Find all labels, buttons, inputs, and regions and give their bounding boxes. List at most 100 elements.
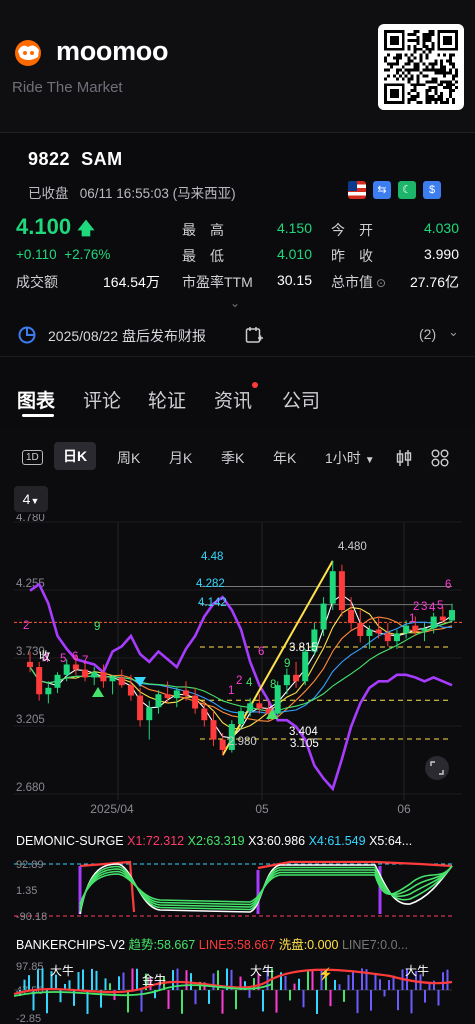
annotation-peak-price: 4.480 [338, 541, 367, 553]
indicator2-line7: LINE7:0.0... [341, 938, 408, 952]
indicator2-lightning-icon: ⚡ [318, 967, 333, 981]
indicator2-signal-label: 大牛 [50, 963, 74, 978]
stock-ticker: 9822 SAM [28, 149, 123, 170]
candle-body [155, 694, 162, 708]
night-trading-icon[interactable]: ☾ [398, 181, 416, 199]
last-price: 4.100 🡅 [16, 214, 95, 245]
brand-header: moomoo Ride The Market [0, 0, 475, 132]
detail-tabs: 图表 评论 轮证 资讯 公司 [0, 356, 475, 428]
candle-body [412, 625, 419, 631]
candle-body [27, 661, 33, 668]
fullscreen-icon[interactable] [425, 756, 449, 780]
quote-low-label: 最 低 [182, 248, 224, 264]
count-label: 7 [82, 655, 88, 667]
quote-high-value: 4.150 [276, 220, 312, 236]
quote-pe-value: 30.15 [276, 272, 312, 288]
count-label: 1 [409, 613, 415, 625]
count-label: 4 [429, 602, 436, 614]
count-label: 2 [23, 620, 29, 632]
candle-body [393, 633, 400, 642]
chevron-down-icon: ⌄ [448, 324, 459, 339]
count-label: 4 [246, 677, 253, 689]
candle-body [384, 633, 391, 642]
tab-chart[interactable]: 图表 [17, 386, 55, 413]
quote-time: 06/11 16:55:03 (马来西亚) [79, 186, 236, 201]
annotation-level: 3.815 [289, 642, 318, 654]
period-1d[interactable]: 1D [22, 450, 43, 465]
demonic-surge-panel: DEMONIC-SURGE X1:72.312 X2:63.319 X3:60.… [0, 832, 475, 927]
period-hourly[interactable]: 1小时 ▼ [325, 448, 375, 468]
candlestick-chart[interactable]: 4.7804.2553.7303.2052.6804.484.2824.1423… [0, 514, 475, 824]
demonic-surge-plot: 92.89 1.35 -90.18 [14, 859, 453, 923]
indicator1-green-line [79, 865, 453, 910]
period-monthly[interactable]: 月K [169, 448, 192, 468]
candle-body [302, 651, 309, 682]
indicator1-green-line [79, 865, 453, 912]
overlay-count-dropdown[interactable]: 4▼ [14, 486, 48, 512]
expand-chevron-icon[interactable]: ⌄ [230, 296, 240, 310]
tab-active-indicator [22, 414, 54, 417]
tab-company[interactable]: 公司 [282, 386, 320, 413]
candle-body [439, 616, 446, 621]
quote-prev-close-value: 3.990 [423, 246, 459, 262]
candle-body [403, 625, 410, 634]
tab-comments[interactable]: 评论 [83, 386, 121, 413]
market-status: 已收盘 06/11 16:55:03 (马来西亚) [28, 182, 236, 202]
x-tick-label: 06 [397, 802, 411, 816]
indicator1-x5: X5:64... [369, 834, 413, 848]
quote-pe: 市盈率TTM 30.15 [182, 272, 312, 292]
candle-body [430, 616, 437, 629]
quote-high-label: 最 高 [182, 222, 224, 238]
calendar-add-icon[interactable] [244, 325, 264, 345]
quote-low-value: 4.010 [276, 246, 312, 262]
earnings-notice[interactable]: 2025/08/22 盘后发布财报 (2) ⌄ [0, 315, 475, 355]
brand-name: moomoo [56, 36, 169, 66]
candlestick-style-icon[interactable] [394, 448, 414, 468]
stock-code: 9822 [28, 149, 71, 169]
stock-name: SAM [81, 149, 123, 169]
more-dots-icon[interactable]: ⊙ [376, 276, 386, 290]
candle-body [247, 703, 254, 712]
y-tick-label: 4.780 [16, 514, 45, 524]
moomoo-logo: moomoo [12, 36, 168, 67]
candle-body [91, 672, 98, 678]
candle-body [109, 677, 116, 682]
quote-open: 今 开 4.030 [331, 220, 459, 240]
count-label: 2 [236, 675, 242, 687]
candle-body [146, 707, 153, 721]
malaysia-flag-icon [348, 181, 366, 199]
indicator1-x3: X3:60.986 [248, 834, 306, 848]
indicator2-name: BANKERCHIPS-V2 [16, 938, 126, 952]
y-tick-label: 3.205 [16, 714, 45, 726]
dollar-icon[interactable]: $ [423, 181, 441, 199]
quote-prev-close-label: 昨 收 [331, 248, 373, 264]
period-quarterly[interactable]: 季K [221, 448, 244, 468]
candle-body [137, 695, 144, 721]
tab-warrants[interactable]: 轮证 [148, 386, 186, 413]
pie-chart-icon [18, 326, 36, 344]
period-yearly[interactable]: 年K [273, 448, 296, 468]
candle-body [338, 571, 345, 611]
grid-menu-icon[interactable] [430, 448, 450, 468]
short-sell-icon[interactable]: ⇆ [373, 181, 391, 199]
annotation-high-level: 4.48 [201, 551, 223, 563]
indicator2-tick-label: -2.85 [16, 1013, 41, 1024]
count-label: 5 [437, 600, 443, 612]
bankerchips-panel: BANKERCHIPS-V2 趋势:58.667 LINE5:58.667 洗盘… [0, 932, 475, 1024]
quote-open-value: 4.030 [423, 220, 459, 236]
quote-market-cap: 总市值 ⊙ 27.76亿 [331, 272, 459, 292]
candle-body [283, 674, 290, 686]
market-status-label: 已收盘 [28, 186, 69, 201]
period-weekly[interactable]: 周K [117, 448, 140, 468]
candle-body [63, 664, 70, 675]
tab-news[interactable]: 资讯 [214, 386, 252, 413]
demonic-surge-title: DEMONIC-SURGE X1:72.312 X2:63.319 X3:60.… [16, 834, 412, 848]
up-arrow-icon: 🡅 [77, 219, 95, 238]
candle-body [357, 623, 364, 636]
bankerchips-plot: 97.8547.50-2.85⚡大牛金牛大牛 大牛 [13, 961, 453, 1024]
candle-body [164, 694, 171, 699]
caret-down-icon: ▼ [30, 496, 40, 506]
count-label: 6 [445, 579, 451, 591]
period-daily[interactable]: 日K [54, 442, 97, 470]
count-label: 8 [270, 679, 276, 691]
